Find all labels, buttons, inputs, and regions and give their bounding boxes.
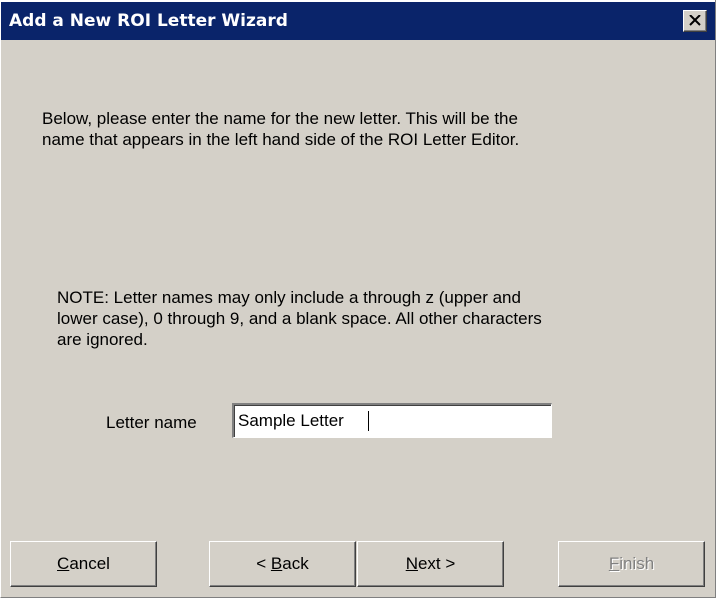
finish-mnemonic: F [608,554,620,573]
close-button[interactable] [683,10,707,32]
next-label-rest: ext > [417,554,456,573]
back-button[interactable]: < Back [209,541,356,587]
note-text: NOTE: Letter names may only include a th… [57,287,697,350]
next-mnemonic: N [405,554,418,573]
note-line-3: are ignored. [57,330,148,349]
title-bar[interactable]: Add a New ROI Letter Wizard [1,0,715,40]
finish-label-rest: inish [619,554,655,573]
intro-line-2: name that appears in the left hand side … [42,130,520,149]
back-label-rest: ack [282,554,309,573]
back-prefix: < [256,554,271,573]
wizard-window: Add a New ROI Letter Wizard Below, pleas… [0,0,716,598]
letter-name-label: Letter name [106,413,197,432]
window-title: Add a New ROI Letter Wizard [9,11,288,31]
text-caret [368,411,369,431]
cancel-mnemonic: C [57,554,70,573]
intro-line-1: Below, please enter the name for the new… [42,109,518,128]
back-mnemonic: B [270,554,283,573]
cancel-button[interactable]: Cancel [10,541,157,587]
note-line-2: lower case), 0 through 9, and a blank sp… [57,309,542,328]
next-button[interactable]: Next > [357,541,504,587]
cancel-label-rest: ancel [69,554,110,573]
close-icon [689,15,701,26]
intro-text: Below, please enter the name for the new… [42,108,682,150]
note-line-1: NOTE: Letter names may only include a th… [57,288,521,307]
finish-button[interactable]: Finish [558,541,705,587]
letter-name-input[interactable] [232,403,552,438]
